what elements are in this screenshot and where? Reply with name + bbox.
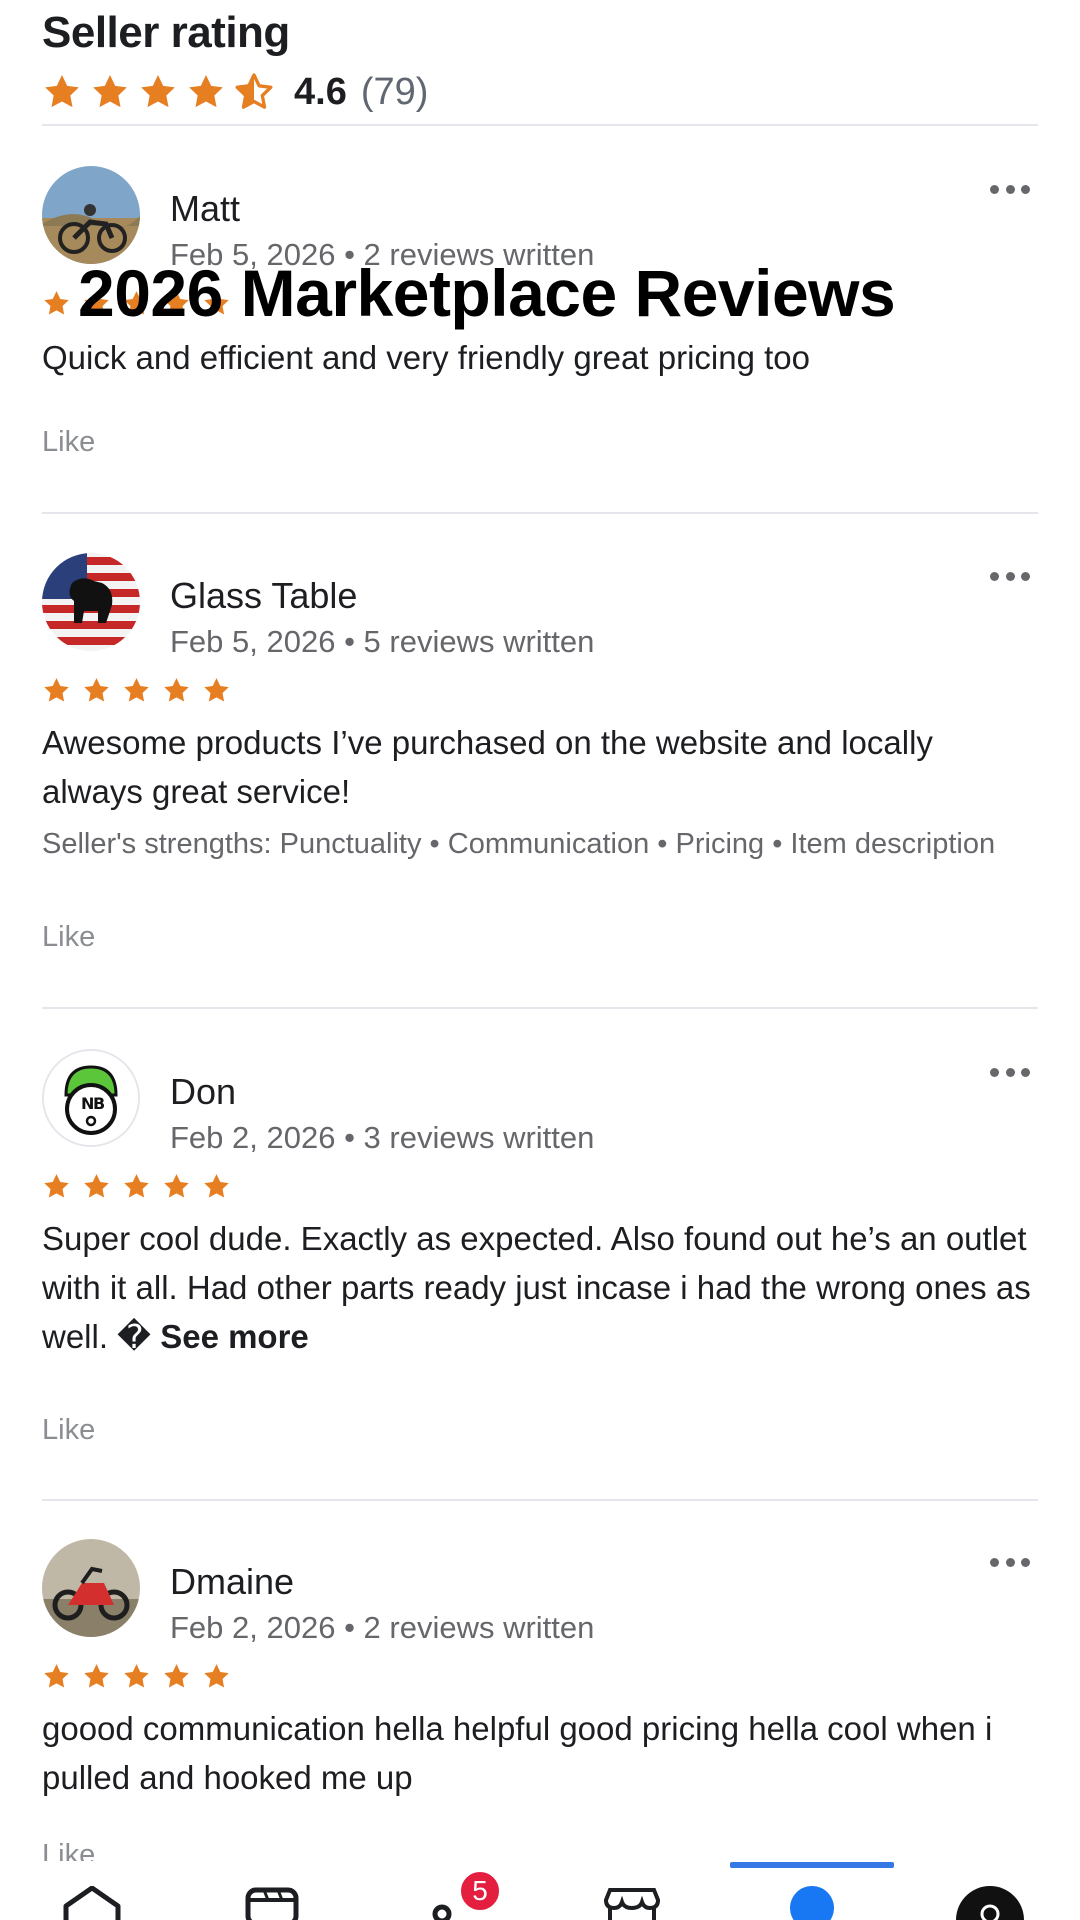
review-item: Dmaine Feb 2, 2026 • 2 reviews written g…: [42, 1539, 1038, 1861]
home-icon[interactable]: [60, 1886, 124, 1920]
avatar[interactable]: [42, 553, 140, 651]
seller-rating-header: Seller rating 4.6 (79): [42, 6, 1038, 124]
review-text: Super cool dude. Exactly as expected. Al…: [42, 1214, 1032, 1361]
divider: [42, 1499, 1038, 1501]
seller-rating-summary: 4.6 (79): [42, 60, 1038, 124]
star-icon: [204, 1174, 229, 1198]
avatar[interactable]: [42, 1539, 140, 1637]
like-button[interactable]: Like: [42, 1414, 95, 1447]
divider: [42, 124, 1038, 126]
notification-badge: 5: [458, 1869, 502, 1913]
star-icon: [204, 678, 229, 702]
bottom-nav: 5: [0, 1862, 1080, 1920]
star-icon: [84, 1174, 109, 1198]
review-stars: [42, 1172, 231, 1201]
more-options-button[interactable]: [986, 1057, 1034, 1087]
more-options-button[interactable]: [986, 1547, 1034, 1577]
star-icon: [45, 75, 79, 108]
star-icon: [44, 291, 69, 315]
star-icon: [141, 75, 175, 108]
avatar[interactable]: [42, 166, 140, 264]
review-meta: Feb 5, 2026 • 5 reviews written: [170, 624, 595, 659]
seller-rating-title: Seller rating: [42, 8, 290, 57]
divider: [42, 1007, 1038, 1009]
review-stars: [42, 676, 231, 705]
reviewer-name[interactable]: Don: [170, 1071, 236, 1113]
more-options-button[interactable]: [986, 174, 1034, 204]
star-icon: [124, 678, 149, 702]
overlay-title: 2026 Marketplace Reviews: [78, 256, 896, 330]
review-meta: Feb 2, 2026 • 2 reviews written: [170, 1610, 595, 1645]
star-icon: [204, 1664, 229, 1688]
like-button[interactable]: Like: [42, 1839, 95, 1861]
seller-rating-stars: [42, 72, 274, 112]
review-text: Awesome products I’ve purchased on the w…: [42, 724, 933, 810]
rating-count: (79): [360, 70, 429, 113]
reviewer-name[interactable]: Matt: [170, 188, 240, 230]
star-icon: [93, 75, 127, 108]
see-more-link[interactable]: See more: [160, 1318, 309, 1355]
star-icon: [124, 1174, 149, 1198]
active-tab-indicator: [730, 1862, 894, 1868]
review-item: N B Don Feb 2, 2026 • 3 reviews written …: [42, 1049, 1038, 1449]
divider: [42, 512, 1038, 514]
like-button[interactable]: Like: [42, 921, 95, 954]
star-icon: [44, 1664, 69, 1688]
more-options-button[interactable]: [986, 561, 1034, 591]
review-text: goood communication hella helpful good p…: [42, 1710, 993, 1796]
star-icon: [44, 1174, 69, 1198]
rating-value: 4.6: [294, 70, 347, 113]
svg-text:B: B: [93, 1094, 105, 1113]
star-icon: [84, 678, 109, 702]
reviewer-name[interactable]: Dmaine: [170, 1561, 294, 1603]
star-icon: [44, 678, 69, 702]
video-icon[interactable]: [240, 1886, 304, 1920]
avatar[interactable]: N B: [42, 1049, 140, 1147]
half-star-icon: [235, 73, 273, 109]
review-text: Quick and efficient and very friendly gr…: [42, 339, 810, 376]
menu-avatar-icon[interactable]: [955, 1886, 1025, 1920]
star-icon: [164, 1174, 189, 1198]
review-meta: Feb 2, 2026 • 3 reviews written: [170, 1120, 595, 1155]
star-icon: [189, 75, 223, 108]
star-icon: [164, 678, 189, 702]
reviewer-name[interactable]: Glass Table: [170, 575, 357, 617]
profile-icon[interactable]: [780, 1886, 844, 1920]
review-stars: [42, 1662, 231, 1691]
star-icon: [84, 1664, 109, 1688]
seller-strengths: Seller's strengths: Punctuality • Commun…: [42, 828, 996, 860]
marketplace-icon[interactable]: [600, 1886, 664, 1920]
like-button[interactable]: Like: [42, 426, 95, 459]
review-item: Glass Table Feb 5, 2026 • 5 reviews writ…: [42, 553, 1038, 953]
star-icon: [164, 1664, 189, 1688]
star-icon: [124, 1664, 149, 1688]
